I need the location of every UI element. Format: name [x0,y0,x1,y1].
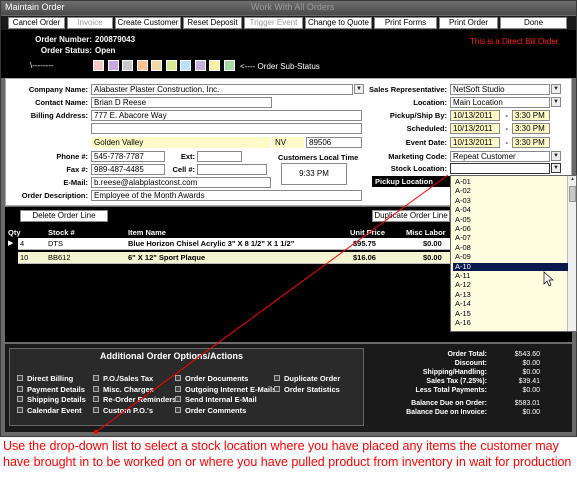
instruction-caption: Use the drop-down list to select a stock… [3,439,572,469]
annotation-line [95,174,449,433]
annotation-dot [94,430,98,434]
annotation-arrow [94,174,554,434]
mouse-cursor-icon [543,271,554,287]
